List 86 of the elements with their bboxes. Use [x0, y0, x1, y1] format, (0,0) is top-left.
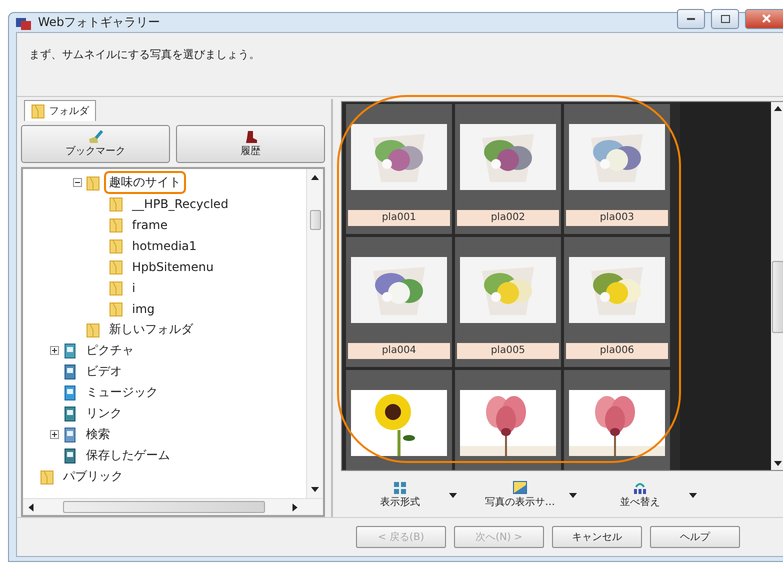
library-icon: [63, 342, 77, 358]
tree-item[interactable]: ピクチャ: [81, 339, 139, 362]
tree-item[interactable]: 検索: [81, 423, 115, 446]
grid-icon: [394, 482, 406, 494]
caret-icon: [292, 503, 298, 511]
tree-item[interactable]: 趣味のサイト: [104, 171, 186, 194]
library-icon: [63, 448, 77, 464]
caret-icon: [689, 492, 697, 498]
minimize-icon: [687, 17, 695, 20]
photo-caption: pla001: [348, 210, 450, 226]
tree-item[interactable]: パブリック: [58, 465, 128, 488]
caret-icon: [311, 175, 319, 180]
toolbar-button[interactable]: 表示形式: [351, 477, 463, 513]
bookmark-button[interactable]: ブックマーク: [21, 125, 170, 163]
search-icon: [63, 426, 77, 442]
dialog-button[interactable]: ヘルプ: [650, 526, 740, 548]
folder-icon: [31, 103, 45, 119]
window-title: Webフォトギャラリー: [38, 14, 162, 31]
caret-icon: [774, 106, 782, 111]
folder-icon: [109, 280, 123, 296]
folder-icon: [86, 322, 100, 338]
library-icon: [63, 406, 77, 422]
scrollbar[interactable]: [23, 498, 323, 515]
close-button[interactable]: [745, 8, 783, 28]
caret-icon: [449, 492, 457, 498]
photo-tile[interactable]: [564, 370, 670, 470]
close-icon: [762, 14, 770, 23]
history-button[interactable]: 履歴: [176, 125, 325, 163]
photo-caption: pla002: [457, 210, 559, 226]
bookmark-icon: [88, 130, 104, 144]
photo-tile[interactable]: pla004: [346, 237, 452, 367]
photo-caption: pla006: [566, 343, 668, 359]
tree-item[interactable]: リンク: [81, 402, 127, 425]
photo-caption: pla004: [348, 343, 450, 359]
image-icon: [513, 481, 527, 494]
photo-tile[interactable]: [346, 370, 452, 470]
collapse-icon[interactable]: [73, 178, 82, 187]
tree-item[interactable]: img: [127, 298, 160, 318]
photo-tile[interactable]: pla002: [455, 104, 561, 234]
instruction-text: まず、サムネイルにする写真を選びましょう。: [29, 48, 260, 61]
tree-item[interactable]: __HPB_Recycled: [127, 194, 234, 214]
folder-icon: [109, 300, 123, 316]
scrollbar-thumb[interactable]: [310, 210, 320, 230]
folder-icon: [40, 468, 54, 484]
maximize-button[interactable]: [711, 8, 739, 28]
photo-tile[interactable]: pla006: [564, 237, 670, 367]
folder-icon: [109, 258, 123, 274]
caret-icon: [311, 487, 319, 492]
expand-icon[interactable]: [50, 430, 59, 439]
photo-tile[interactable]: pla003: [564, 104, 670, 234]
folder-tab[interactable]: フォルダ: [24, 100, 96, 121]
scrollbar-thumb[interactable]: [772, 261, 783, 333]
caret-icon: [569, 492, 577, 498]
caret-icon: [28, 503, 34, 511]
photo-tile[interactable]: [455, 370, 561, 470]
photo-tile[interactable]: pla001: [346, 104, 452, 234]
library-icon: [63, 364, 77, 380]
scrollbar[interactable]: [306, 169, 323, 498]
sort-icon: [633, 481, 647, 494]
scrollbar-thumb[interactable]: [63, 501, 265, 513]
tree-item[interactable]: frame: [127, 214, 173, 234]
boot-icon: [244, 130, 258, 144]
folder-icon: [109, 196, 123, 212]
caret-icon: [774, 461, 782, 466]
tree-item[interactable]: 新しいフォルダ: [104, 318, 198, 341]
folder-icon: [109, 238, 123, 254]
photo-caption: pla003: [566, 210, 668, 226]
tree-item[interactable]: ミュージック: [81, 381, 163, 404]
toolbar-button[interactable]: 写真の表示サ…: [471, 477, 583, 513]
photo-tile[interactable]: pla005: [455, 237, 561, 367]
folder-icon: [109, 216, 123, 232]
toolbar-button[interactable]: 並べ替え: [591, 477, 703, 513]
expand-icon[interactable]: [50, 346, 59, 355]
scrollbar[interactable]: [771, 102, 783, 470]
music-icon: [63, 384, 77, 400]
dialog-button[interactable]: キャンセル: [552, 526, 642, 548]
tree-item[interactable]: HpbSitemenu: [127, 256, 219, 276]
app-icon: [16, 16, 32, 30]
photo-caption: pla005: [457, 343, 559, 359]
maximize-icon: [720, 14, 730, 22]
tree-item[interactable]: 保存したゲーム: [81, 444, 175, 467]
tree-item[interactable]: ビデオ: [81, 360, 127, 383]
minimize-button[interactable]: [677, 8, 705, 28]
tree-item[interactable]: hotmedia1: [127, 236, 202, 256]
folder-icon: [86, 174, 100, 190]
tree-item[interactable]: i: [127, 278, 140, 298]
